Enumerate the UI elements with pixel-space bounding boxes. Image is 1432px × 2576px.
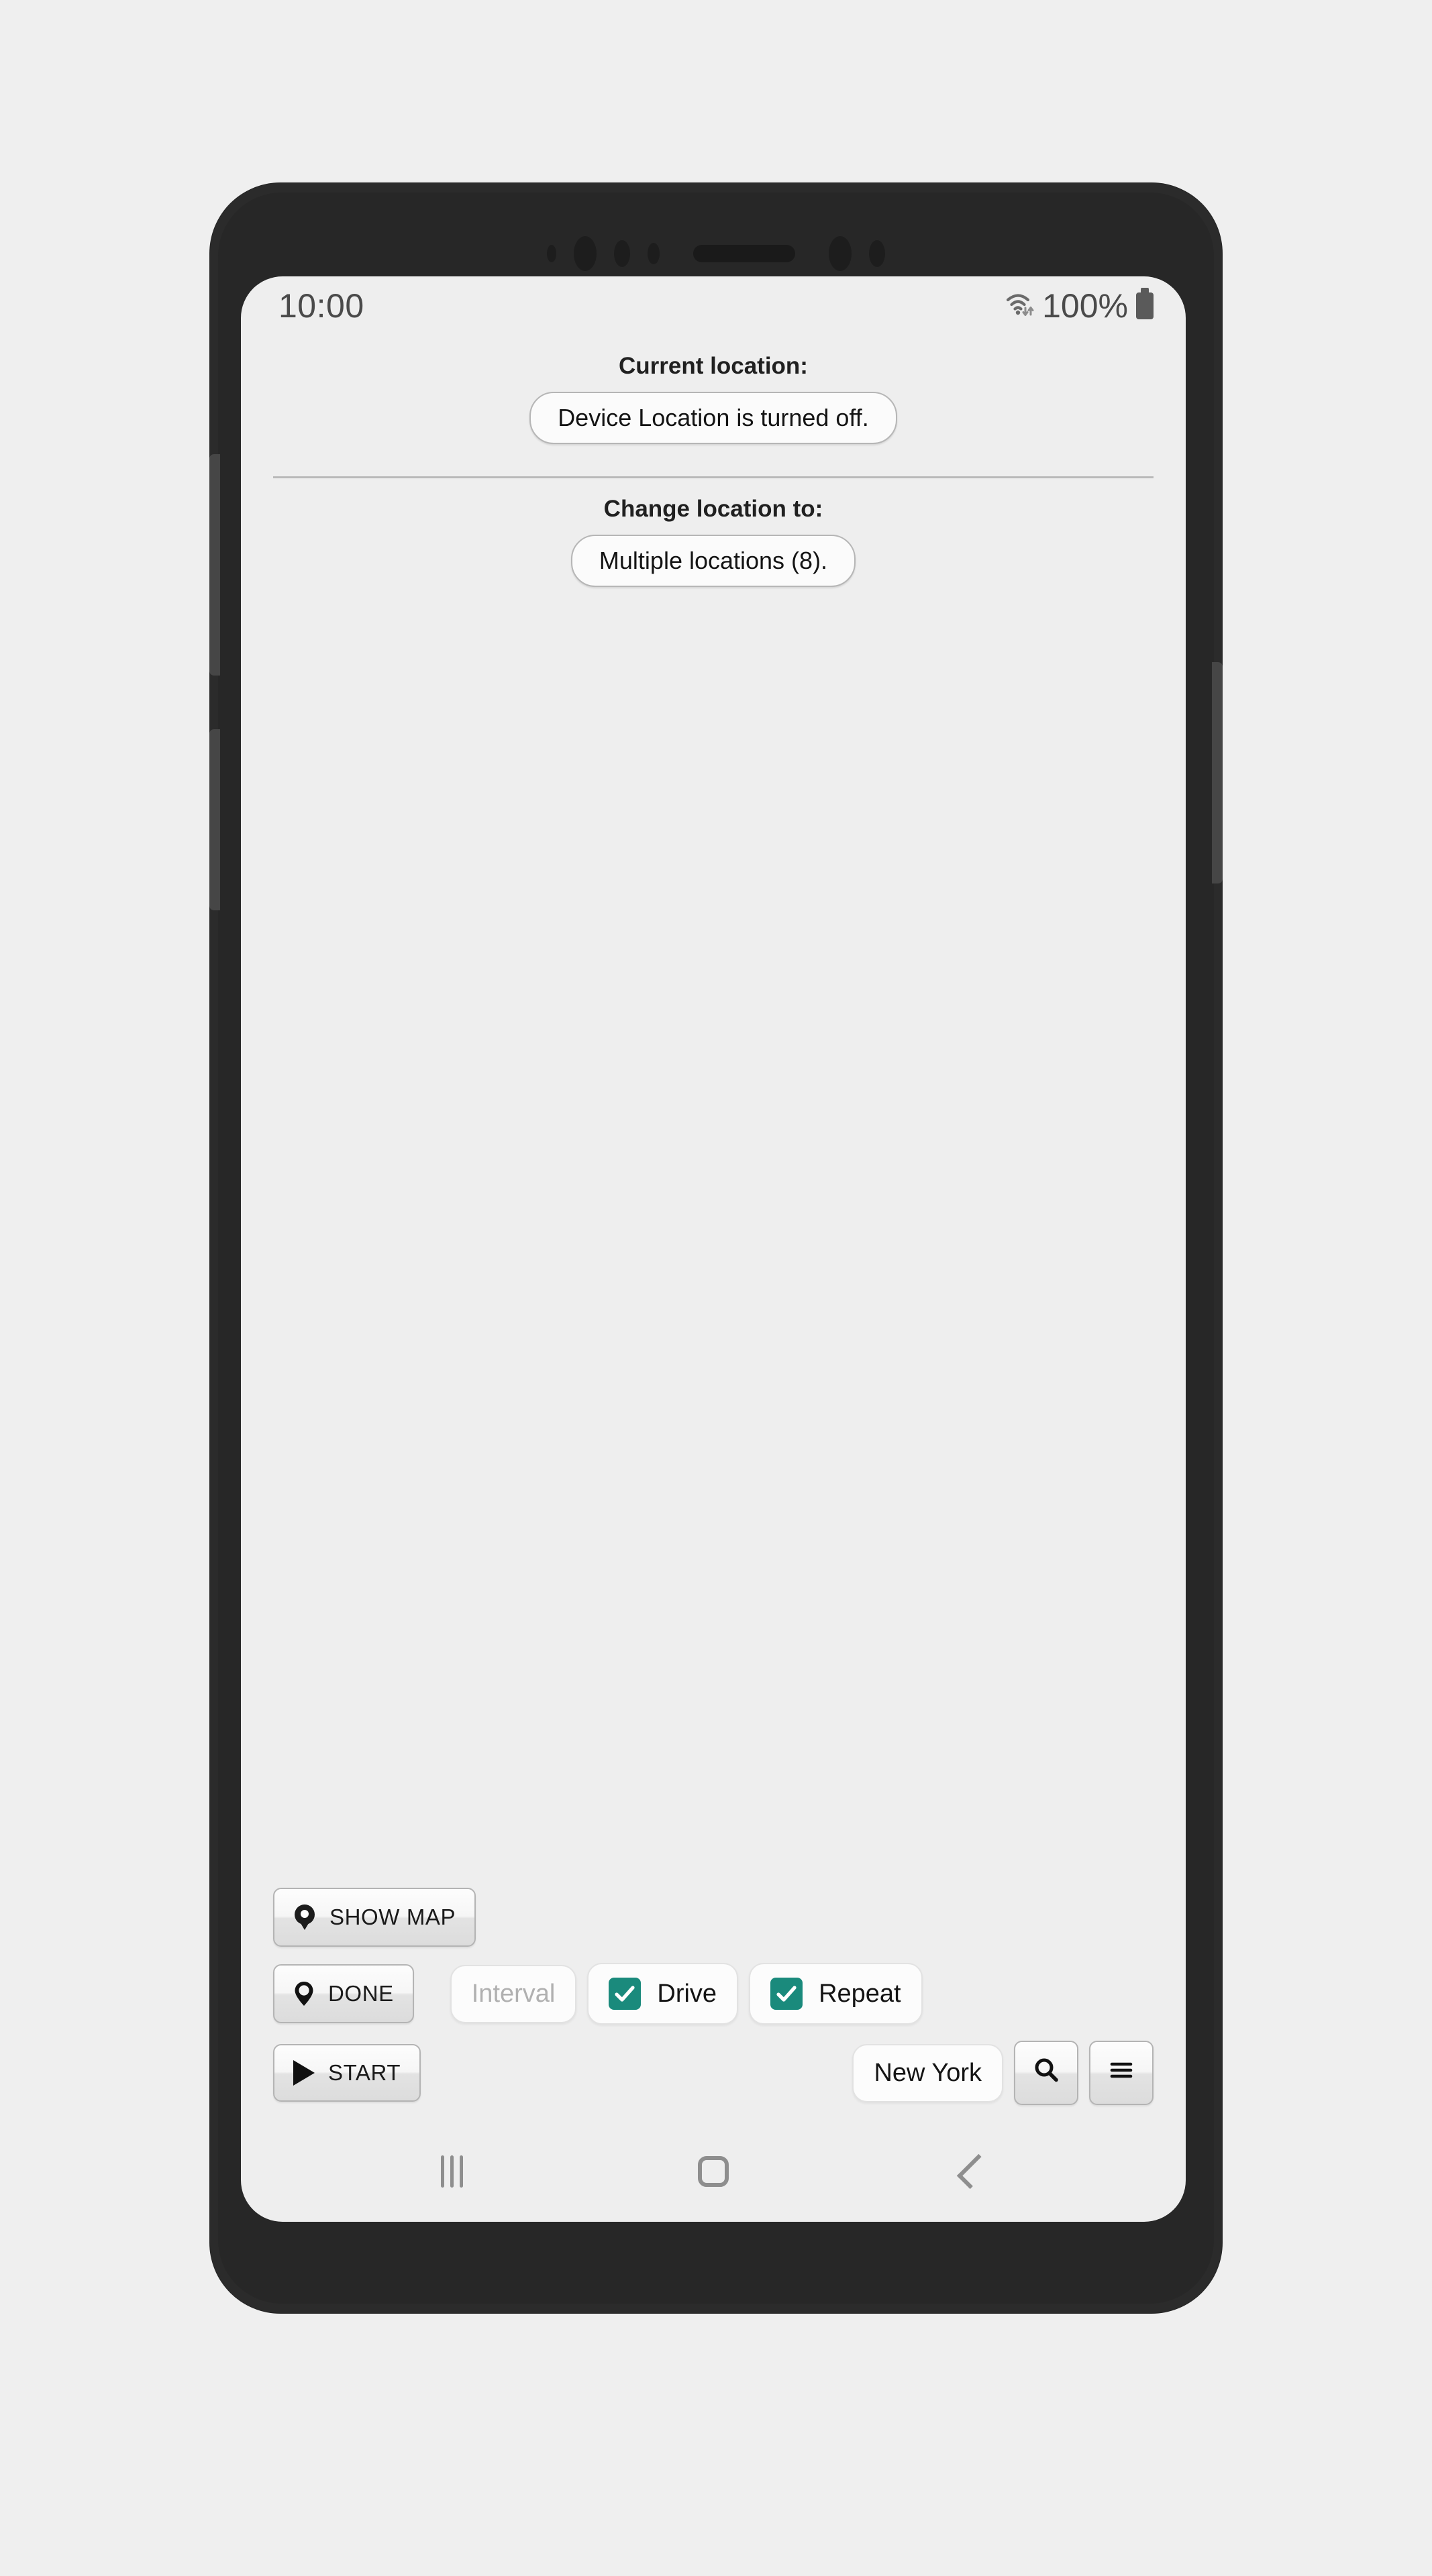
- drive-checkbox-option[interactable]: Drive: [587, 1963, 739, 2025]
- front-camera-lens: [574, 236, 597, 271]
- change-location-heading: Change location to:: [603, 496, 823, 522]
- section-divider: [273, 476, 1154, 478]
- checkbox-checked-icon[interactable]: [609, 1978, 642, 2010]
- done-label: DONE: [328, 1981, 394, 2006]
- phone-device-frame: 10:00 100% Current location: Device Loca…: [209, 183, 1223, 2313]
- back-button[interactable]: [934, 2141, 1015, 2202]
- earpiece-speaker: [693, 245, 795, 262]
- front-sensor-cluster: [218, 233, 1214, 274]
- interval-input[interactable]: Interval: [450, 1964, 577, 2023]
- hamburger-menu-icon: [1108, 2057, 1135, 2089]
- done-button[interactable]: DONE: [273, 1964, 414, 2023]
- control-row-start: START New York: [273, 2041, 1154, 2105]
- menu-button[interactable]: [1089, 2041, 1154, 2105]
- status-bar-indicators: 100%: [1006, 286, 1154, 325]
- start-button[interactable]: START: [273, 2044, 421, 2102]
- battery-percentage-label: 100%: [1042, 287, 1128, 325]
- location-search-input[interactable]: New York: [852, 2043, 1003, 2102]
- map-pin-outline-icon: [293, 1980, 315, 2007]
- checkbox-checked-icon[interactable]: [770, 1978, 803, 2010]
- sensor-dot-iris: [614, 240, 630, 267]
- home-icon: [697, 2156, 729, 2187]
- phone-inner-bezel: 10:00 100% Current location: Device Loca…: [209, 193, 1223, 2304]
- battery-icon: [1136, 288, 1154, 319]
- repeat-checkbox-option[interactable]: Repeat: [749, 1963, 923, 2025]
- control-row-options: DONE Interval Drive Repeat: [273, 1963, 1154, 2025]
- sensor-dot-right-small: [869, 240, 885, 267]
- android-navigation-bar: [241, 2121, 1186, 2222]
- repeat-label: Repeat: [819, 1979, 901, 2008]
- search-button[interactable]: [1014, 2041, 1078, 2105]
- map-pin-filled-icon: [293, 1904, 316, 1931]
- volume-button[interactable]: [209, 454, 220, 676]
- play-triangle-icon: [293, 2060, 315, 2086]
- recents-icon: [441, 2155, 464, 2188]
- show-map-label: SHOW MAP: [329, 1904, 456, 1929]
- interval-placeholder-text: Interval: [471, 1979, 556, 2008]
- home-button[interactable]: [673, 2141, 754, 2202]
- status-bar-clock: 10:00: [278, 287, 364, 325]
- change-location-row: Multiple locations (8).: [241, 535, 1186, 587]
- change-location-value[interactable]: Multiple locations (8).: [570, 535, 856, 587]
- start-label: START: [328, 2060, 401, 2085]
- recents-button[interactable]: [412, 2141, 493, 2202]
- drive-label: Drive: [657, 1979, 717, 2008]
- magnifier-icon: [1033, 2057, 1060, 2089]
- sensor-dot-right-large: [829, 236, 852, 271]
- location-search-value: New York: [874, 2058, 982, 2087]
- bixby-button[interactable]: [209, 729, 220, 910]
- status-bar: 10:00 100%: [241, 276, 1186, 335]
- current-location-row: Device Location is turned off.: [241, 392, 1186, 444]
- phone-screen: 10:00 100% Current location: Device Loca…: [241, 276, 1186, 2222]
- current-location-heading: Current location:: [619, 353, 808, 379]
- power-button[interactable]: [1212, 662, 1223, 883]
- app-content: Current location: Device Location is tur…: [241, 335, 1186, 2121]
- bottom-controls: SHOW MAP DONE Interval Drive Repeat STAR…: [241, 1888, 1186, 2121]
- current-location-value[interactable]: Device Location is turned off.: [529, 392, 897, 444]
- sensor-dot-light: [648, 243, 660, 264]
- sensor-dot-proximity: [547, 245, 556, 262]
- wifi-icon: [1006, 291, 1035, 321]
- back-icon: [957, 2153, 992, 2190]
- control-row-show-map: SHOW MAP: [273, 1888, 1154, 1947]
- show-map-button[interactable]: SHOW MAP: [273, 1888, 476, 1947]
